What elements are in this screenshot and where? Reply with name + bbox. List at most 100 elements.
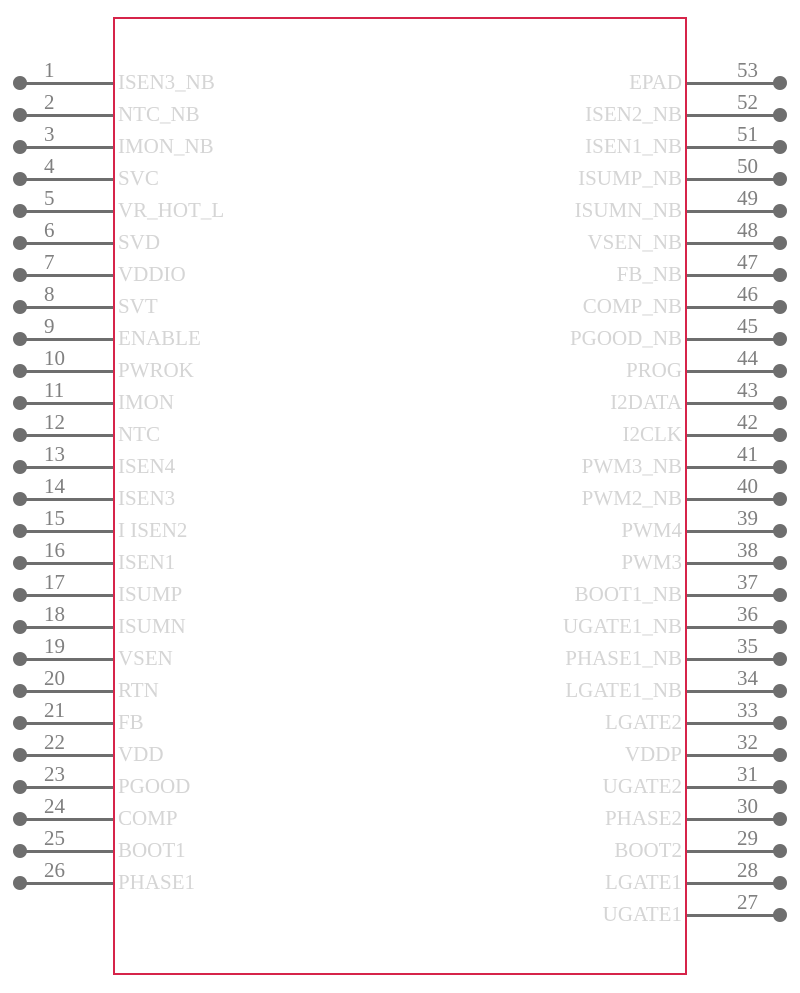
pin-number: 44 <box>737 346 758 370</box>
pin-line <box>687 530 780 533</box>
pin-line <box>687 402 780 405</box>
pin-terminal-dot[interactable] <box>13 332 27 346</box>
pin-label: UGATE1 <box>602 902 682 926</box>
pin-label: PWM2_NB <box>581 486 682 510</box>
pin-label: COMP <box>118 806 178 830</box>
pin-number: 43 <box>737 378 758 402</box>
pin-terminal-dot[interactable] <box>773 652 787 666</box>
pin-terminal-dot[interactable] <box>773 588 787 602</box>
pin-terminal-dot[interactable] <box>13 716 27 730</box>
pin-terminal-dot[interactable] <box>773 908 787 922</box>
pin-label: PROG <box>625 358 682 382</box>
pin-terminal-dot[interactable] <box>773 492 787 506</box>
pin-terminal-dot[interactable] <box>773 396 787 410</box>
pin-number: 46 <box>737 282 758 306</box>
pin-line <box>20 210 113 213</box>
pin-terminal-dot[interactable] <box>13 684 27 698</box>
pin-terminal-dot[interactable] <box>773 140 787 154</box>
pin-terminal-dot[interactable] <box>773 332 787 346</box>
pin-number: 12 <box>44 410 65 434</box>
pin-label: LGATE1_NB <box>565 678 682 702</box>
pin-terminal-dot[interactable] <box>13 268 27 282</box>
pin-number: 53 <box>737 58 758 82</box>
pin-label: VDD <box>118 742 164 766</box>
pin-terminal-dot[interactable] <box>13 652 27 666</box>
pin-terminal-dot[interactable] <box>773 524 787 538</box>
pin-terminal-dot[interactable] <box>773 812 787 826</box>
pin-number: 25 <box>44 826 65 850</box>
pin-line <box>687 850 780 853</box>
pin-line <box>687 274 780 277</box>
pin-line <box>20 338 113 341</box>
pin-line <box>20 306 113 309</box>
pin-number: 38 <box>737 538 758 562</box>
pin-terminal-dot[interactable] <box>773 620 787 634</box>
pin-terminal-dot[interactable] <box>13 204 27 218</box>
pin-terminal-dot[interactable] <box>13 108 27 122</box>
pin-terminal-dot[interactable] <box>13 492 27 506</box>
pin-terminal-dot[interactable] <box>773 172 787 186</box>
pin-terminal-dot[interactable] <box>773 876 787 890</box>
pin-number: 27 <box>737 890 758 914</box>
pin-label: PWM3_NB <box>581 454 682 478</box>
pin-label: PHASE2 <box>604 806 682 830</box>
pin-terminal-dot[interactable] <box>13 428 27 442</box>
pin-terminal-dot[interactable] <box>13 172 27 186</box>
schematic-symbol-canvas: 1 ISEN3_NB 2 NTC_NB 3 IMON_NB 4 SVC 5 VR_HOT_L 6 SV… <box>0 0 800 993</box>
pin-terminal-dot[interactable] <box>773 300 787 314</box>
pin-terminal-dot[interactable] <box>773 684 787 698</box>
pin-label: SVC <box>118 166 159 190</box>
pin-terminal-dot[interactable] <box>773 364 787 378</box>
pin-terminal-dot[interactable] <box>13 876 27 890</box>
pin-terminal-dot[interactable] <box>13 396 27 410</box>
pin-number: 45 <box>737 314 758 338</box>
pin-terminal-dot[interactable] <box>773 556 787 570</box>
pin-number: 13 <box>44 442 65 466</box>
pin-terminal-dot[interactable] <box>13 76 27 90</box>
pin-number: 22 <box>44 730 65 754</box>
pin-terminal-dot[interactable] <box>13 140 27 154</box>
pin-terminal-dot[interactable] <box>13 844 27 858</box>
pin-terminal-dot[interactable] <box>773 780 787 794</box>
pin-line <box>687 82 780 85</box>
pin-line <box>687 498 780 501</box>
pin-terminal-dot[interactable] <box>773 108 787 122</box>
pin-terminal-dot[interactable] <box>13 300 27 314</box>
pin-label: NTC <box>118 422 160 446</box>
pin-terminal-dot[interactable] <box>13 620 27 634</box>
pin-terminal-dot[interactable] <box>13 556 27 570</box>
pin-number: 20 <box>44 666 65 690</box>
pin-terminal-dot[interactable] <box>13 748 27 762</box>
pin-terminal-dot[interactable] <box>773 748 787 762</box>
pin-label: ISUMP <box>118 582 183 606</box>
pin-terminal-dot[interactable] <box>773 76 787 90</box>
pin-terminal-dot[interactable] <box>13 812 27 826</box>
pin-terminal-dot[interactable] <box>13 524 27 538</box>
pin-terminal-dot[interactable] <box>13 780 27 794</box>
pin-terminal-dot[interactable] <box>773 844 787 858</box>
pin-number: 21 <box>44 698 65 722</box>
pin-terminal-dot[interactable] <box>13 460 27 474</box>
pin-terminal-dot[interactable] <box>13 364 27 378</box>
pin-terminal-dot[interactable] <box>773 236 787 250</box>
pin-terminal-dot[interactable] <box>13 588 27 602</box>
pin-label: PHASE1_NB <box>565 646 682 670</box>
pin-label: BOOT1 <box>118 838 186 862</box>
pin-line <box>687 786 780 789</box>
pin-number: 30 <box>737 794 758 818</box>
pin-number: 6 <box>44 218 55 242</box>
pin-line <box>20 434 113 437</box>
pin-line <box>687 178 780 181</box>
pin-label: LGATE2 <box>605 710 682 734</box>
pin-line <box>687 338 780 341</box>
pin-terminal-dot[interactable] <box>773 428 787 442</box>
pin-label: PWM4 <box>621 518 682 542</box>
pin-label: ISEN2_NB <box>585 102 682 126</box>
pin-number: 29 <box>737 826 758 850</box>
pin-terminal-dot[interactable] <box>773 460 787 474</box>
pin-terminal-dot[interactable] <box>773 268 787 282</box>
pin-terminal-dot[interactable] <box>773 204 787 218</box>
pin-terminal-dot[interactable] <box>13 236 27 250</box>
pin-terminal-dot[interactable] <box>773 716 787 730</box>
pin-number: 16 <box>44 538 65 562</box>
